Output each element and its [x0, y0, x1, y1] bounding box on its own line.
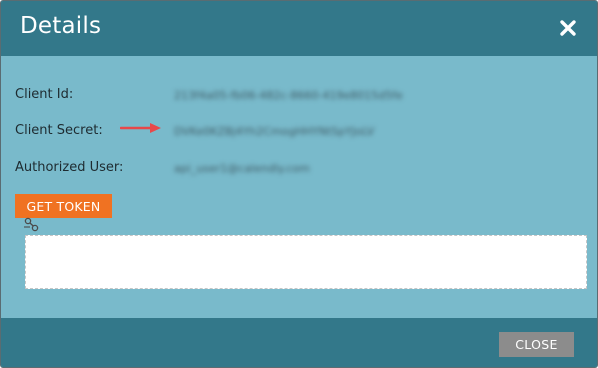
- copy-token-icon[interactable]: [23, 217, 41, 233]
- dialog-footer: CLOSE: [1, 318, 597, 367]
- get-token-button[interactable]: GET TOKEN: [15, 194, 112, 218]
- authorized-user-label: Authorized User:: [15, 160, 124, 175]
- client-secret-value: DVKe0KZBj4Yh2CmogHHYNtSpYJoLV: [174, 125, 375, 138]
- close-button[interactable]: CLOSE: [499, 332, 574, 357]
- dialog-title: Details: [20, 13, 102, 39]
- arrow-icon: [120, 123, 161, 133]
- close-x-icon[interactable]: [557, 17, 579, 39]
- client-secret-label: Client Secret:: [15, 123, 103, 138]
- details-dialog: Details Client Id: 213f4a05-fb06-482c-86…: [0, 0, 598, 368]
- dialog-body: Client Id: 213f4a05-fb06-482c-8660-419e8…: [1, 56, 597, 318]
- client-id-label: Client Id:: [15, 87, 74, 102]
- dialog-header: Details: [1, 1, 597, 56]
- client-id-value: 213f4a05-fb06-482c-8660-419e8015d5fe: [174, 89, 403, 102]
- authorized-user-value: api_user1@calendly.com: [174, 162, 310, 175]
- access-token-field[interactable]: [25, 235, 587, 289]
